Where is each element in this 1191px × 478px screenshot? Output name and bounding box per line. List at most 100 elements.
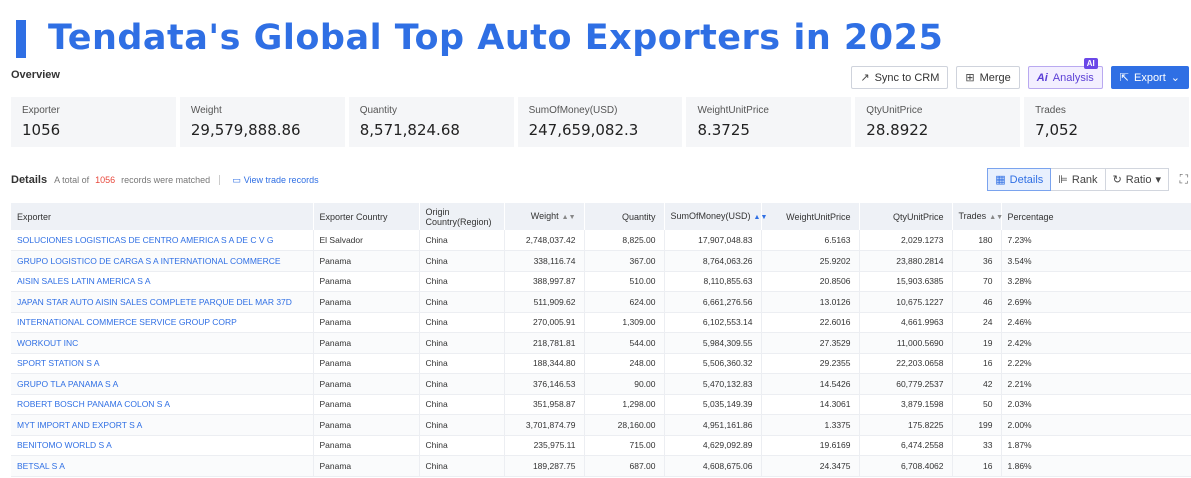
qty-unit-price-cell: 2,029.1273 [859,230,953,251]
exporter-name-cell[interactable]: BENITOMO WORLD S A [11,435,314,456]
origin-country-cell: China [419,271,505,292]
percentage-cell: 2.42% [1001,332,1191,354]
header-label: Trades [958,210,987,221]
origin-country-cell: China [419,455,505,477]
trades-cell: 180 [952,230,1002,251]
exporter-country-cell: Panama [313,455,420,477]
sum-of-money-cell: 6,102,553.14 [664,312,762,333]
column-header-weight[interactable]: Weight ▲▼ [504,203,585,230]
stat-value: 8,571,824.68 [359,121,460,139]
table-row: AISIN SALES LATIN AMERICA S A Panama China… [11,271,1191,292]
details-label: Details [11,174,48,186]
tab-ratio-label: Ratio [1125,173,1152,186]
table-row: JAPAN STAR AUTO AISIN SALES COMPLETE PAR… [11,291,1191,313]
sum-of-money-cell: 5,035,149.39 [664,394,762,415]
header-label: Exporter [17,211,52,222]
sort-icon[interactable]: ▲▼ [989,214,1003,221]
column-header-weight-unit-price[interactable]: WeightUnitPrice [761,203,860,230]
stats-summary: Exporter 1056 Weight 29,579,888.86 Quant… [11,97,1190,147]
overview-label: Overview [11,69,60,81]
table-row: BENITOMO WORLD S A Panama China 235,975.11 7… [11,435,1191,456]
toolbar: ↗ Sync to CRM ⊞ Merge AI Ai Analysis ⇱ E… [851,58,1189,89]
origin-country-cell: China [419,373,505,395]
stat-label: Quantity [359,105,397,116]
exporter-name-cell[interactable]: SOLUCIONES LOGISTICAS DE CENTRO AMERICA … [11,230,314,251]
table-row: GRUPO LOGISTICO DE CARGA S A INTERNATION… [11,250,1191,272]
exporter-name-cell[interactable]: AISIN SALES LATIN AMERICA S A [11,271,314,292]
origin-country-cell: China [419,394,505,415]
exporter-name-cell[interactable]: SPORT STATION S A [11,353,314,374]
weight-unit-price-cell: 22.6016 [761,312,860,333]
header-label: WeightUnitPrice [786,211,851,222]
exporter-name-cell[interactable]: INTERNATIONAL COMMERCE SERVICE GROUP COR… [11,312,314,333]
sync-to-crm-label: Sync to CRM [874,71,940,84]
chevron-down-icon: ⌄ [1170,72,1180,84]
exporter-name-cell[interactable]: WORKOUT INC [11,332,314,354]
table-row: SOLUCIONES LOGISTICAS DE CENTRO AMERICA … [11,230,1191,251]
sum-of-money-cell: 17,907,048.83 [664,230,762,251]
sum-of-money-cell: 6,661,276.56 [664,291,762,313]
view-trade-records-label: View trade records [243,174,319,185]
tab-ratio[interactable]: ↻ Ratio ▾ [1104,168,1169,191]
table-row: INTERNATIONAL COMMERCE SERVICE GROUP COR… [11,312,1191,333]
page-title: Tendata's Global Top Auto Exporters in 2… [48,18,944,58]
percentage-cell: 3.28% [1001,271,1191,292]
column-header-trades[interactable]: Trades ▲▼ [952,203,1003,230]
header-label: Exporter Country [319,211,388,222]
exporter-name-cell[interactable]: GRUPO LOGISTICO DE CARGA S A INTERNATION… [11,250,314,272]
sum-of-money-cell: 5,470,132.83 [664,373,762,395]
merge-button[interactable]: ⊞ Merge [956,66,1020,89]
header-label: SumOfMoney(USD) [670,210,751,221]
tab-rank[interactable]: ⊫ Rank [1050,168,1106,191]
view-tabs: ▦ Details ⊫ Rank ↻ Ratio ▾ [987,168,1169,191]
column-header-sum-of-money[interactable]: SumOfMoney(USD) ▲▼ [664,203,767,230]
sort-icon[interactable]: ▲▼ [754,214,768,221]
table-row: BETSAL S A Panama China 189,287.75 687.00 4,6… [11,455,1191,477]
weight-cell: 338,116.74 [504,250,585,272]
header-label: Origin Country(Region) [425,206,492,227]
sort-icon[interactable]: ▲▼ [562,214,576,221]
exporter-name-cell[interactable]: JAPAN STAR AUTO AISIN SALES COMPLETE PAR… [11,291,314,313]
sync-to-crm-button[interactable]: ↗ Sync to CRM [851,66,949,89]
weight-unit-price-cell: 25.9202 [761,250,860,272]
exporter-country-cell: El Salvador [313,230,420,251]
exporter-name-cell[interactable]: MYT IMPORT AND EXPORT S A [11,414,314,436]
exporter-name-cell[interactable]: GRUPO TLA PANAMA S A [11,373,314,395]
tab-details[interactable]: ▦ Details [987,168,1052,191]
exporter-country-cell: Panama [313,414,420,436]
column-header-qty-unit-price[interactable]: QtyUnitPrice [859,203,953,230]
weight-unit-price-cell: 20.8506 [761,271,860,292]
exporter-name-cell[interactable]: BETSAL S A [11,455,314,477]
quantity-cell: 715.00 [584,435,665,456]
weight-unit-price-cell: 1.3375 [761,414,860,436]
column-header-quantity[interactable]: Quantity [584,203,665,230]
column-header-exporter-country[interactable]: Exporter Country [313,203,420,230]
total-prefix: A total of [54,175,90,185]
qty-unit-price-cell: 6,474.2558 [859,435,953,456]
header-label: Weight [530,210,559,221]
column-header-origin-country[interactable]: Origin Country(Region) [419,203,505,230]
export-icon: ⇱ [1119,72,1129,84]
column-header-exporter[interactable]: Exporter [11,203,314,230]
export-button[interactable]: ⇱ Export ⌄ [1110,66,1189,89]
weight-cell: 2,748,037.42 [504,230,585,251]
qty-unit-price-cell: 15,903.6385 [859,271,953,292]
weight-cell: 235,975.11 [504,435,585,456]
stat-value: 8.3725 [697,121,750,139]
qty-unit-price-cell: 23,880.2814 [859,250,953,272]
analysis-button[interactable]: AI Ai Analysis [1027,58,1103,89]
weight-cell: 351,958.87 [504,394,585,415]
column-header-percentage[interactable]: Percentage [1001,203,1191,230]
trades-cell: 70 [952,271,1002,292]
stat-label: SumOfMoney(USD) [528,105,618,116]
weight-unit-price-cell: 13.0126 [761,291,860,313]
title-accent-bar [16,20,26,58]
exporter-name-cell[interactable]: ROBERT BOSCH PANAMA COLON S A [11,394,314,415]
weight-unit-price-cell: 27.3529 [761,332,860,354]
stat-card-quantity: Quantity 8,571,824.68 [348,97,514,147]
trades-cell: 50 [952,394,1002,415]
trades-cell: 46 [952,291,1002,313]
fullscreen-icon[interactable]: ⛶ [1180,172,1188,187]
view-trade-records-link[interactable]: ▭ View trade records [232,175,318,186]
percentage-cell: 2.21% [1001,373,1191,395]
